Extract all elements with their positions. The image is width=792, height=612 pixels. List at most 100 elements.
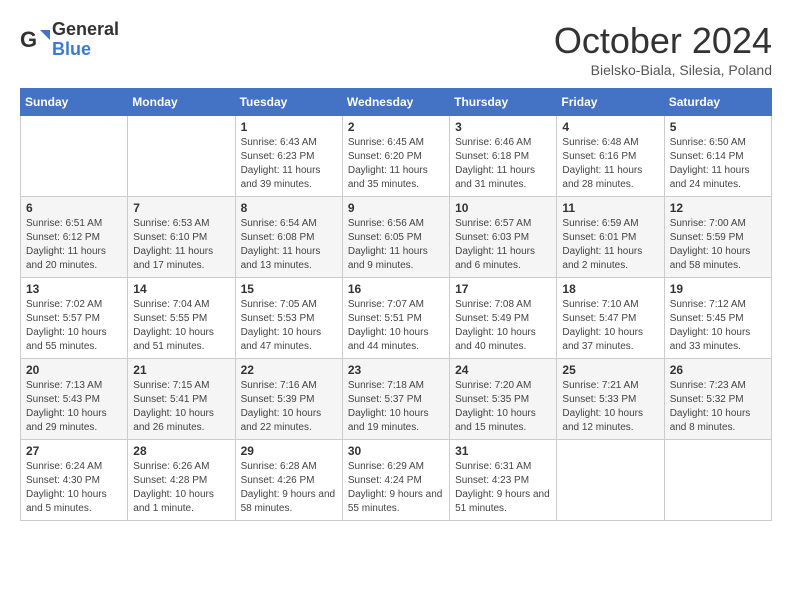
day-info: Sunrise: 7:20 AM Sunset: 5:35 PM Dayligh… — [455, 379, 551, 435]
calendar-cell: 31Sunrise: 6:31 AM Sunset: 4:23 PM Dayli… — [450, 440, 557, 521]
day-info: Sunrise: 7:21 AM Sunset: 5:33 PM Dayligh… — [562, 379, 658, 435]
header-wednesday: Wednesday — [342, 89, 449, 116]
day-number: 3 — [455, 120, 551, 134]
logo-icon: G — [20, 25, 50, 55]
day-number: 30 — [348, 444, 444, 458]
calendar-cell: 18 Sunrise: 7:10 AM Sunset: 5:47 PM Dayli… — [557, 278, 664, 359]
day-info: Sunrise: 7:12 AM Sunset: 5:45 PM Dayligh… — [670, 298, 766, 354]
day-info: Sunrise: 7:00 AM Sunset: 5:59 PM Dayligh… — [670, 217, 766, 273]
day-number: 14 — [133, 282, 229, 296]
calendar-header-row: SundayMondayTuesdayWednesdayThursdayFrid… — [21, 89, 772, 116]
svg-text:G: G — [20, 27, 37, 52]
header-tuesday: Tuesday — [235, 89, 342, 116]
day-number: 4 — [562, 120, 658, 134]
day-info: Sunrise: 6:43 AM Sunset: 6:23 PM Dayligh… — [241, 136, 337, 192]
day-info: Sunrise: 7:13 AM Sunset: 5:43 PM Dayligh… — [26, 379, 122, 435]
calendar-cell: 27 Sunrise: 6:24 AM Sunset: 4:30 PM Dayli… — [21, 440, 128, 521]
day-number: 8 — [241, 201, 337, 215]
day-info: Sunrise: 6:57 AM Sunset: 6:03 PM Dayligh… — [455, 217, 551, 273]
day-info: Sunrise: 7:18 AM Sunset: 5:37 PM Dayligh… — [348, 379, 444, 435]
calendar-week-row: 6 Sunrise: 6:51 AM Sunset: 6:12 PM Daylig… — [21, 197, 772, 278]
calendar-cell: 1 Sunrise: 6:43 AM Sunset: 6:23 PM Daylig… — [235, 116, 342, 197]
day-number: 12 — [670, 201, 766, 215]
calendar-table: SundayMondayTuesdayWednesdayThursdayFrid… — [20, 88, 772, 521]
calendar-cell: 24 Sunrise: 7:20 AM Sunset: 5:35 PM Dayli… — [450, 359, 557, 440]
calendar-cell: 30 Sunrise: 6:29 AM Sunset: 4:24 PM Dayli… — [342, 440, 449, 521]
day-number: 18 — [562, 282, 658, 296]
day-number: 6 — [26, 201, 122, 215]
calendar-cell: 2Sunrise: 6:45 AM Sunset: 6:20 PM Daylig… — [342, 116, 449, 197]
day-number: 25 — [562, 363, 658, 377]
month-title: October 2024 — [554, 20, 772, 62]
calendar-cell: 8 Sunrise: 6:54 AM Sunset: 6:08 PM Daylig… — [235, 197, 342, 278]
day-number: 17 — [455, 282, 551, 296]
calendar-cell: 28Sunrise: 6:26 AM Sunset: 4:28 PM Dayli… — [128, 440, 235, 521]
day-info: Sunrise: 7:16 AM Sunset: 5:39 PM Dayligh… — [241, 379, 337, 435]
day-info: Sunrise: 6:45 AM Sunset: 6:20 PM Dayligh… — [348, 136, 444, 192]
calendar-week-row: 20Sunrise: 7:13 AM Sunset: 5:43 PM Dayli… — [21, 359, 772, 440]
day-info: Sunrise: 6:50 AM Sunset: 6:14 PM Dayligh… — [670, 136, 766, 192]
day-number: 26 — [670, 363, 766, 377]
day-info: Sunrise: 7:02 AM Sunset: 5:57 PM Dayligh… — [26, 298, 122, 354]
day-info: Sunrise: 7:23 AM Sunset: 5:32 PM Dayligh… — [670, 379, 766, 435]
day-info: Sunrise: 7:05 AM Sunset: 5:53 PM Dayligh… — [241, 298, 337, 354]
day-info: Sunrise: 6:46 AM Sunset: 6:18 PM Dayligh… — [455, 136, 551, 192]
day-info: Sunrise: 6:31 AM Sunset: 4:23 PM Dayligh… — [455, 460, 551, 516]
calendar-cell: 6 Sunrise: 6:51 AM Sunset: 6:12 PM Daylig… — [21, 197, 128, 278]
calendar-cell: 9 Sunrise: 6:56 AM Sunset: 6:05 PM Daylig… — [342, 197, 449, 278]
calendar-cell: 22 Sunrise: 7:16 AM Sunset: 5:39 PM Dayli… — [235, 359, 342, 440]
day-info: Sunrise: 6:26 AM Sunset: 4:28 PM Dayligh… — [133, 460, 229, 516]
header-saturday: Saturday — [664, 89, 771, 116]
day-number: 1 — [241, 120, 337, 134]
day-info: Sunrise: 7:04 AM Sunset: 5:55 PM Dayligh… — [133, 298, 229, 354]
day-number: 15 — [241, 282, 337, 296]
day-number: 11 — [562, 201, 658, 215]
calendar-cell — [128, 116, 235, 197]
day-number: 16 — [348, 282, 444, 296]
day-info: Sunrise: 6:59 AM Sunset: 6:01 PM Dayligh… — [562, 217, 658, 273]
logo: G General Blue — [20, 20, 119, 60]
day-number: 21 — [133, 363, 229, 377]
calendar-cell: 3 Sunrise: 6:46 AM Sunset: 6:18 PM Daylig… — [450, 116, 557, 197]
day-number: 10 — [455, 201, 551, 215]
calendar-cell: 15 Sunrise: 7:05 AM Sunset: 5:53 PM Dayli… — [235, 278, 342, 359]
header-monday: Monday — [128, 89, 235, 116]
day-info: Sunrise: 7:08 AM Sunset: 5:49 PM Dayligh… — [455, 298, 551, 354]
calendar-cell: 7Sunrise: 6:53 AM Sunset: 6:10 PM Daylig… — [128, 197, 235, 278]
logo-general: General — [52, 20, 119, 40]
day-info: Sunrise: 7:10 AM Sunset: 5:47 PM Dayligh… — [562, 298, 658, 354]
calendar-cell: 25 Sunrise: 7:21 AM Sunset: 5:33 PM Dayli… — [557, 359, 664, 440]
day-number: 9 — [348, 201, 444, 215]
header-thursday: Thursday — [450, 89, 557, 116]
calendar-cell: 23 Sunrise: 7:18 AM Sunset: 5:37 PM Dayli… — [342, 359, 449, 440]
calendar-cell — [21, 116, 128, 197]
calendar-cell: 21 Sunrise: 7:15 AM Sunset: 5:41 PM Dayli… — [128, 359, 235, 440]
day-number: 22 — [241, 363, 337, 377]
day-info: Sunrise: 6:54 AM Sunset: 6:08 PM Dayligh… — [241, 217, 337, 273]
day-number: 27 — [26, 444, 122, 458]
day-info: Sunrise: 6:56 AM Sunset: 6:05 PM Dayligh… — [348, 217, 444, 273]
calendar-cell: 10 Sunrise: 6:57 AM Sunset: 6:03 PM Dayli… — [450, 197, 557, 278]
calendar-week-row: 13 Sunrise: 7:02 AM Sunset: 5:57 PM Dayli… — [21, 278, 772, 359]
day-number: 29 — [241, 444, 337, 458]
calendar-cell: 14 Sunrise: 7:04 AM Sunset: 5:55 PM Dayli… — [128, 278, 235, 359]
day-number: 24 — [455, 363, 551, 377]
title-section: October 2024 Bielsko-Biala, Silesia, Pol… — [554, 20, 772, 78]
day-info: Sunrise: 6:24 AM Sunset: 4:30 PM Dayligh… — [26, 460, 122, 516]
day-number: 13 — [26, 282, 122, 296]
logo-blue: Blue — [52, 40, 119, 60]
day-info: Sunrise: 6:51 AM Sunset: 6:12 PM Dayligh… — [26, 217, 122, 273]
header-friday: Friday — [557, 89, 664, 116]
day-info: Sunrise: 7:15 AM Sunset: 5:41 PM Dayligh… — [133, 379, 229, 435]
day-number: 7 — [133, 201, 229, 215]
day-info: Sunrise: 6:29 AM Sunset: 4:24 PM Dayligh… — [348, 460, 444, 516]
day-number: 23 — [348, 363, 444, 377]
day-info: Sunrise: 6:28 AM Sunset: 4:26 PM Dayligh… — [241, 460, 337, 516]
calendar-cell: 20Sunrise: 7:13 AM Sunset: 5:43 PM Dayli… — [21, 359, 128, 440]
calendar-cell: 4Sunrise: 6:48 AM Sunset: 6:16 PM Daylig… — [557, 116, 664, 197]
calendar-cell: 29 Sunrise: 6:28 AM Sunset: 4:26 PM Dayli… — [235, 440, 342, 521]
day-info: Sunrise: 7:07 AM Sunset: 5:51 PM Dayligh… — [348, 298, 444, 354]
calendar-cell: 12 Sunrise: 7:00 AM Sunset: 5:59 PM Dayli… — [664, 197, 771, 278]
calendar-cell: 26 Sunrise: 7:23 AM Sunset: 5:32 PM Dayli… — [664, 359, 771, 440]
calendar-cell — [664, 440, 771, 521]
